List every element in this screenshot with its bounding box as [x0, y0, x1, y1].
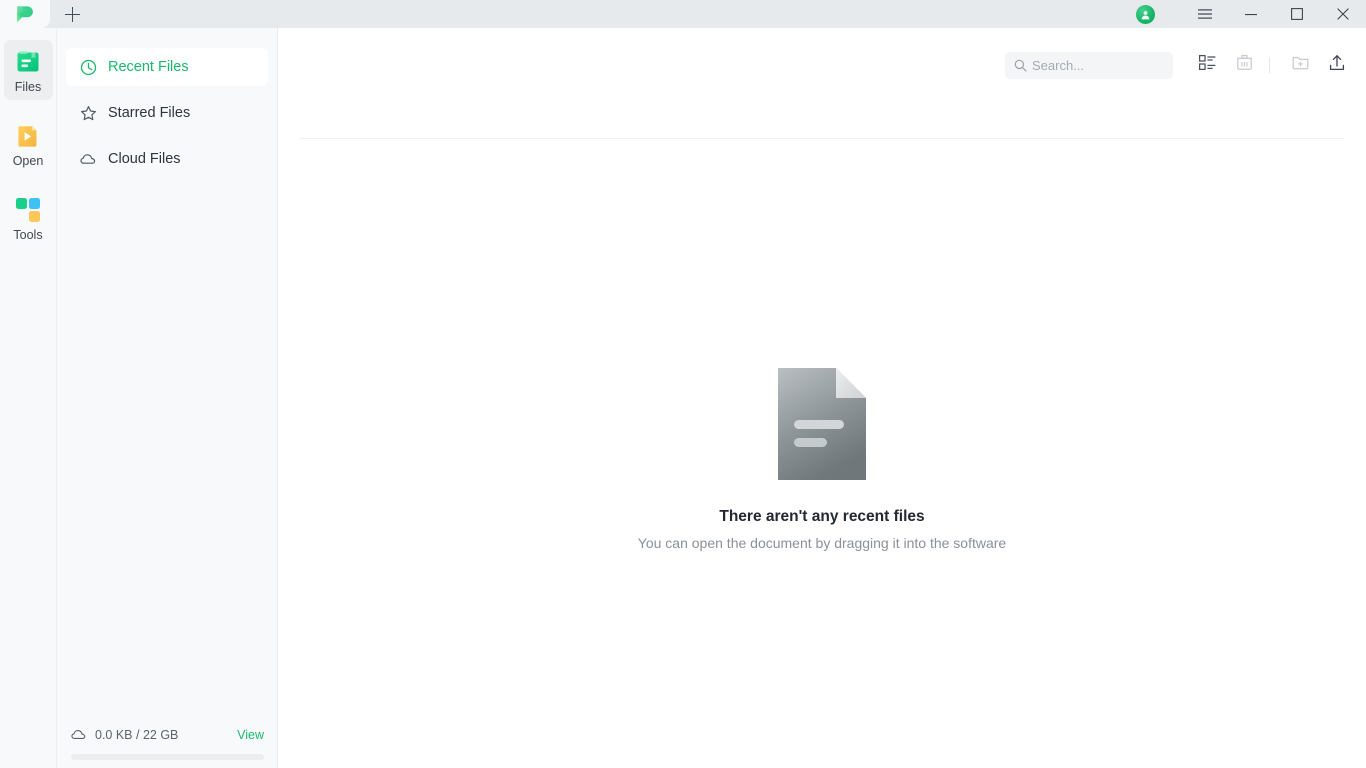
storage-view-link[interactable]: View [237, 728, 264, 742]
trash-icon [1235, 53, 1254, 77]
files-icon [14, 48, 42, 76]
search-input[interactable] [1032, 57, 1162, 73]
user-avatar-icon[interactable] [1136, 4, 1155, 24]
rail-item-files[interactable]: Files [3, 40, 53, 100]
new-tab-button[interactable] [50, 0, 94, 28]
main-content: There aren't any recent files You can op… [278, 28, 1366, 768]
storage-row: 0.0 KB / 22 GB View [71, 722, 264, 748]
tools-grid-icon [14, 196, 42, 224]
star-icon [79, 104, 97, 122]
clock-icon [79, 58, 97, 76]
search-icon [1014, 59, 1027, 72]
left-icon-rail: Files Open Tools [0, 28, 57, 768]
delete-button[interactable] [1228, 49, 1260, 81]
rail-label-tools: Tools [13, 228, 43, 242]
tools-square-yellow [29, 211, 40, 222]
nav-label-cloud-files: Cloud Files [108, 151, 181, 167]
nav-item-cloud-files[interactable]: Cloud Files [66, 140, 268, 178]
minimize-icon[interactable] [1228, 0, 1274, 28]
cloud-icon [79, 150, 97, 168]
plus-icon [64, 6, 80, 22]
content-toolbar [278, 28, 1366, 102]
hamburger-menu-icon[interactable] [1182, 0, 1228, 28]
nav-list: Recent Files Starred Files Cloud Files [57, 28, 277, 178]
upload-button[interactable] [1321, 49, 1353, 81]
open-document-icon [14, 122, 42, 150]
close-icon[interactable] [1320, 0, 1366, 28]
nav-item-starred-files[interactable]: Starred Files [66, 94, 268, 132]
titlebar-controls [1136, 0, 1366, 28]
wps-logo-icon [15, 5, 35, 24]
rail-label-files: Files [14, 80, 42, 94]
rail-item-open[interactable]: Open [4, 114, 53, 174]
nav-panel: Recent Files Starred Files Cloud Files [57, 28, 278, 768]
empty-state-subtitle: You can open the document by dragging it… [637, 535, 1007, 551]
new-folder-icon [1291, 53, 1310, 77]
list-view-button[interactable] [1191, 49, 1223, 81]
empty-state-title: There aren't any recent files [719, 508, 925, 525]
rail-label-open: Open [12, 154, 44, 168]
cloud-icon [71, 727, 87, 743]
nav-label-recent-files: Recent Files [108, 59, 189, 75]
nav-item-recent-files[interactable]: Recent Files [66, 48, 268, 86]
storage-usage-text: 0.0 KB / 22 GB [95, 728, 179, 742]
nav-label-starred-files: Starred Files [108, 105, 191, 121]
storage-progress-bar [71, 754, 264, 760]
toolbar-divider [1269, 57, 1270, 73]
upload-icon [1327, 53, 1347, 78]
titlebar [0, 0, 1366, 28]
tools-square-green [16, 198, 27, 209]
empty-document-icon [778, 368, 866, 480]
tab-strip [0, 0, 94, 28]
tab-active[interactable] [0, 0, 50, 28]
storage-footer: 0.0 KB / 22 GB View [57, 722, 278, 768]
content-divider [300, 138, 1344, 139]
tools-square-blue [29, 198, 40, 209]
maximize-icon[interactable] [1274, 0, 1320, 28]
list-view-icon [1198, 53, 1217, 77]
search-box[interactable] [1005, 51, 1173, 79]
empty-state: There aren't any recent files You can op… [278, 368, 1366, 551]
new-folder-button[interactable] [1284, 49, 1316, 81]
rail-item-tools[interactable]: Tools [4, 188, 53, 248]
